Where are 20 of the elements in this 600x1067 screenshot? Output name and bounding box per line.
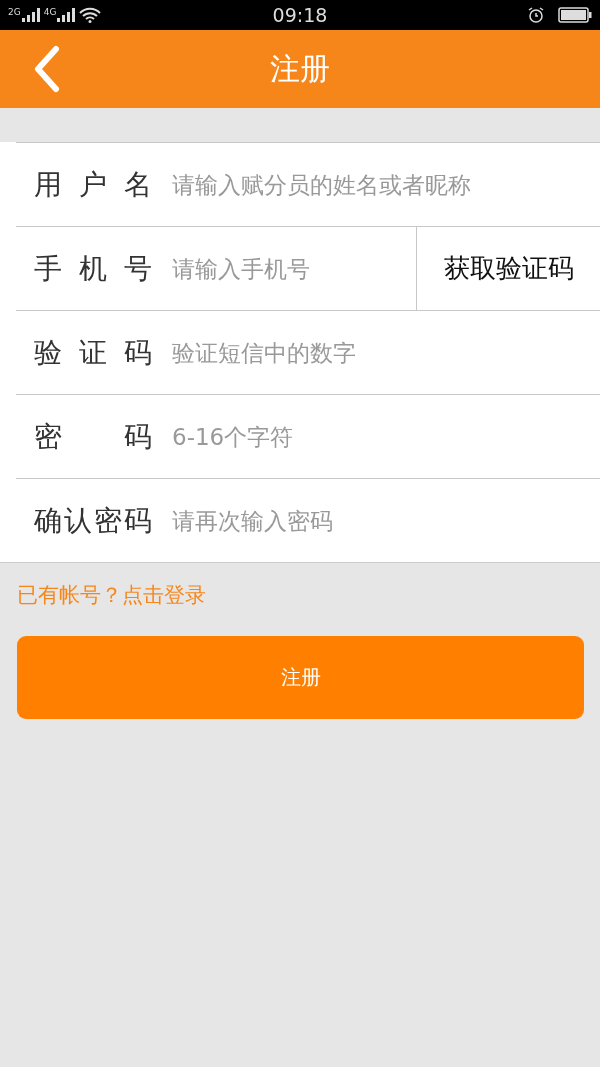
back-icon[interactable] — [32, 45, 62, 93]
register-button[interactable]: 注册 — [17, 636, 584, 719]
field-label: 用 户 名 — [34, 166, 152, 203]
alarm-clock-icon — [528, 7, 544, 23]
login-link[interactable]: 已有帐号？点击登录 — [17, 581, 206, 609]
network-label: 2G — [8, 8, 21, 17]
input-field[interactable]: 请再次输入密码 — [170, 479, 600, 562]
battery-icon — [558, 7, 592, 23]
wifi-icon — [79, 7, 102, 23]
field-label: 验 证 码 — [34, 334, 152, 371]
page-title: 注册 — [270, 49, 330, 88]
network-label: 4G — [43, 8, 57, 17]
field-label: 确认密码 — [34, 502, 152, 539]
field-label: 手 机 号 — [34, 250, 152, 287]
input-field[interactable]: 6-16个字符 — [170, 395, 600, 478]
input-field[interactable]: 请输入赋分员的姓名或者昵称 — [170, 143, 600, 226]
field-label: 密 码 — [34, 418, 152, 455]
input-field[interactable]: 请输入手机号 — [170, 227, 416, 310]
input-field[interactable]: 验证短信中的数字 — [170, 311, 600, 394]
clock-time: 09:18 — [272, 3, 328, 28]
